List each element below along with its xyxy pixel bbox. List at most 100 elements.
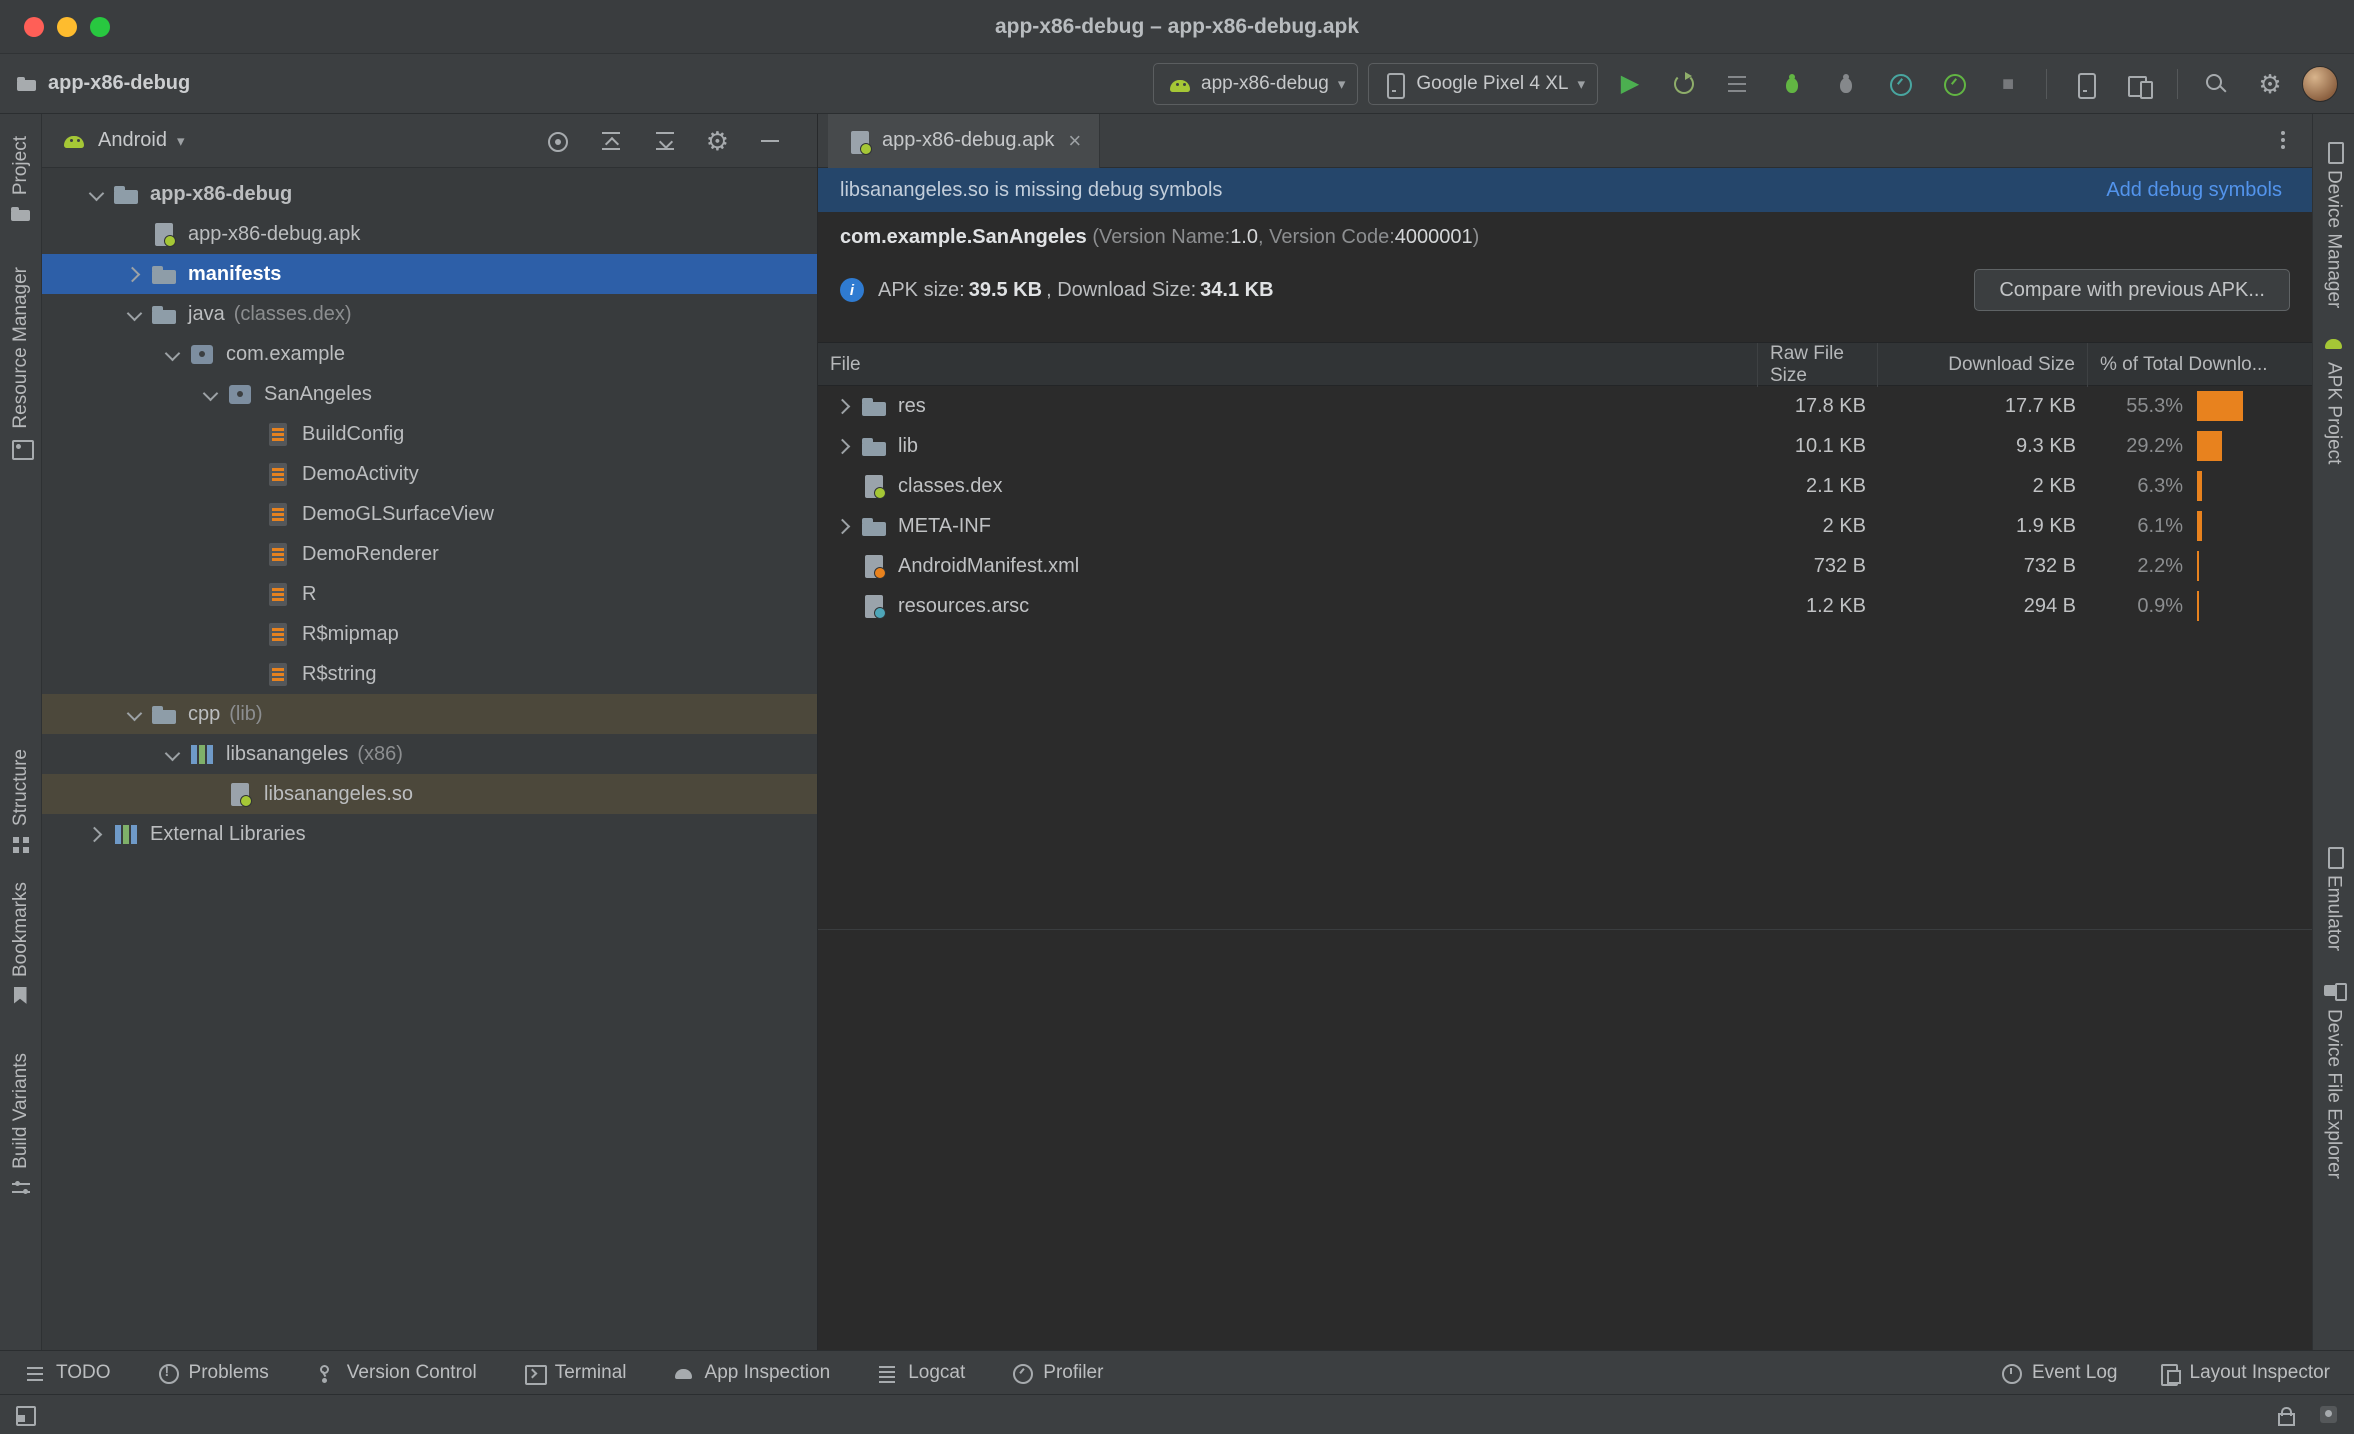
folder-icon xyxy=(860,512,888,540)
expand-all-icon[interactable] xyxy=(598,128,624,154)
close-icon[interactable]: × xyxy=(1068,128,1081,154)
tree-item-java[interactable]: java (classes.dex) xyxy=(42,294,817,334)
chevron-down-icon[interactable] xyxy=(158,339,188,369)
run-button[interactable]: ▶ xyxy=(1608,62,1652,106)
settings-button[interactable]: ⚙ xyxy=(2248,62,2292,106)
tree-item-buildconfig[interactable]: BuildConfig xyxy=(42,414,817,454)
tree-item-label: R$string xyxy=(302,662,377,685)
table-row-lib[interactable]: lib 10.1 KB 9.3 KB 29.2% xyxy=(818,426,2312,466)
table-row-meta-inf[interactable]: META-INF 2 KB 1.9 KB 6.1% xyxy=(818,506,2312,546)
chevron-down-icon[interactable] xyxy=(82,179,112,209)
stop-button[interactable]: ■ xyxy=(1986,62,2030,106)
tree-item-sanangeles[interactable]: SanAngeles xyxy=(42,374,817,414)
avatar[interactable] xyxy=(2302,65,2338,102)
hide-panel-icon[interactable] xyxy=(757,128,783,154)
chevron-right-icon[interactable] xyxy=(120,259,150,289)
tool-window-button-emulator[interactable]: Emulator xyxy=(2323,845,2345,951)
target-device-select[interactable]: Google Pixel 4 XL ▾ xyxy=(1368,62,1598,105)
main-toolbar: app-x86-debug app-x86-debug ▾ Google Pix… xyxy=(0,54,2354,114)
version-control-icon xyxy=(315,1362,337,1384)
profile-button[interactable] xyxy=(1878,62,1922,106)
tree-item-r-mipmap[interactable]: R$mipmap xyxy=(42,614,817,654)
column-header-percent[interactable]: % of Total Downlo... xyxy=(2088,343,2312,387)
apply-changes-button[interactable] xyxy=(1662,62,1706,106)
chevron-down-icon[interactable] xyxy=(120,699,150,729)
tool-window-button-app-inspection[interactable]: App Inspection xyxy=(673,1362,830,1384)
notifications-icon[interactable] xyxy=(2318,1404,2340,1426)
tool-window-button-version-control[interactable]: Version Control xyxy=(315,1362,477,1384)
tree-item-app-x86-debug[interactable]: app-x86-debug xyxy=(42,174,817,214)
project-breadcrumb[interactable]: app-x86-debug xyxy=(16,72,190,95)
debug-button[interactable] xyxy=(1770,62,1814,106)
chevron-down-icon[interactable]: ▾ xyxy=(177,132,185,150)
collapse-all-icon[interactable] xyxy=(652,128,678,154)
profile-low-overhead-button[interactable] xyxy=(1932,62,1976,106)
class-icon xyxy=(264,540,292,568)
device-manager-button[interactable] xyxy=(2063,62,2107,106)
lock-icon[interactable] xyxy=(2274,1404,2296,1426)
tree-item-com-example[interactable]: com.example xyxy=(42,334,817,374)
chevron-down-icon[interactable] xyxy=(158,739,188,769)
tree-item-cpp[interactable]: cpp (lib) xyxy=(42,694,817,734)
tree-item-libsanangeles[interactable]: libsanangeles (x86) xyxy=(42,734,817,774)
project-view-selector[interactable]: Android xyxy=(98,129,167,152)
kebab-menu-icon[interactable] xyxy=(2270,128,2296,154)
table-row-androidmanifest-xml[interactable]: AndroidManifest.xml 732 B 732 B 2.2% xyxy=(818,546,2312,586)
android-icon xyxy=(1166,71,1192,97)
apk-file-table: File Raw File Size Download Size % of To… xyxy=(818,342,2312,930)
tool-window-button-todo[interactable]: TODO xyxy=(24,1362,111,1384)
tool-window-switcher-icon[interactable] xyxy=(14,1404,36,1426)
chevron-right-icon[interactable] xyxy=(830,511,860,541)
tool-window-button-resource-manager[interactable]: Resource Manager xyxy=(10,267,34,460)
phone-icon xyxy=(1381,71,1407,99)
compare-apk-button[interactable]: Compare with previous APK... xyxy=(1974,269,2290,311)
tool-window-button-device-manager[interactable]: Device Manager xyxy=(2323,140,2345,308)
tree-item-r[interactable]: R xyxy=(42,574,817,614)
tool-window-button-project[interactable]: Project xyxy=(10,136,32,225)
tree-item-libsanangeles-so[interactable]: libsanangeles.so xyxy=(42,774,817,814)
tool-window-button-profiler[interactable]: Profiler xyxy=(1011,1362,1103,1384)
tool-window-button-event-log[interactable]: Event Log xyxy=(2000,1362,2118,1384)
chevron-right-icon[interactable] xyxy=(830,391,860,421)
tool-window-button-logcat[interactable]: Logcat xyxy=(876,1362,965,1384)
profiler-gauge-icon xyxy=(1887,71,1913,97)
column-header-file[interactable]: File xyxy=(818,343,1758,387)
attach-debugger-button[interactable] xyxy=(1824,62,1868,106)
tool-window-button-apk-project[interactable]: APK Project xyxy=(2323,332,2345,465)
device-mirroring-button[interactable] xyxy=(2117,62,2161,106)
settings-gear-icon[interactable]: ⚙ xyxy=(706,128,729,154)
tool-window-button-build-variants[interactable]: Build Variants xyxy=(10,1053,32,1199)
locate-file-icon[interactable] xyxy=(544,128,570,154)
bottom-tool-bar: TODO Problems Version Control Terminal A… xyxy=(0,1350,2354,1394)
tool-window-button-terminal[interactable]: Terminal xyxy=(523,1362,627,1385)
tree-item-demoglsurfaceview[interactable]: DemoGLSurfaceView xyxy=(42,494,817,534)
apply-code-changes-button[interactable] xyxy=(1716,62,1760,106)
table-row-resources-arsc[interactable]: resources.arsc 1.2 KB 294 B 0.9% xyxy=(818,586,2312,626)
chevron-right-icon[interactable] xyxy=(830,431,860,461)
run-configuration-select[interactable]: app-x86-debug ▾ xyxy=(1153,62,1359,105)
add-debug-symbols-link[interactable]: Add debug symbols xyxy=(2106,179,2290,202)
search-everywhere-button[interactable] xyxy=(2194,62,2238,106)
table-row-res[interactable]: res 17.8 KB 17.7 KB 55.3% xyxy=(818,386,2312,426)
table-row-classes-dex[interactable]: classes.dex 2.1 KB 2 KB 6.3% xyxy=(818,466,2312,506)
run-configuration-label: app-x86-debug xyxy=(1201,72,1329,94)
chevron-down-icon[interactable] xyxy=(196,379,226,409)
tree-item-manifests[interactable]: manifests xyxy=(42,254,817,294)
tree-item-label: java xyxy=(188,302,225,325)
column-header-download-size[interactable]: Download Size xyxy=(1878,343,2088,387)
column-header-raw-size[interactable]: Raw File Size xyxy=(1758,343,1878,387)
tool-window-button-problems[interactable]: Problems xyxy=(157,1362,269,1384)
chevron-right-icon[interactable] xyxy=(82,819,112,849)
tree-item-r-string[interactable]: R$string xyxy=(42,654,817,694)
chevron-down-icon[interactable] xyxy=(120,299,150,329)
tool-window-button-bookmarks[interactable]: Bookmarks xyxy=(10,882,32,1007)
tool-window-button-device-file-explorer[interactable]: Device File Explorer xyxy=(2323,979,2347,1179)
tool-window-button-structure[interactable]: Structure xyxy=(10,749,32,856)
tree-item-demoactivity[interactable]: DemoActivity xyxy=(42,454,817,494)
tree-item-demorenderer[interactable]: DemoRenderer xyxy=(42,534,817,574)
tab-app-x86-debug-apk[interactable]: app-x86-debug.apk × xyxy=(828,113,1101,168)
tool-window-button-layout-inspector[interactable]: Layout Inspector xyxy=(2158,1362,2330,1386)
tree-item-external-libraries[interactable]: External Libraries xyxy=(42,814,817,854)
apply-code-changes-icon xyxy=(1725,71,1751,97)
tree-item-app-x86-debug-apk[interactable]: app-x86-debug.apk xyxy=(42,214,817,254)
